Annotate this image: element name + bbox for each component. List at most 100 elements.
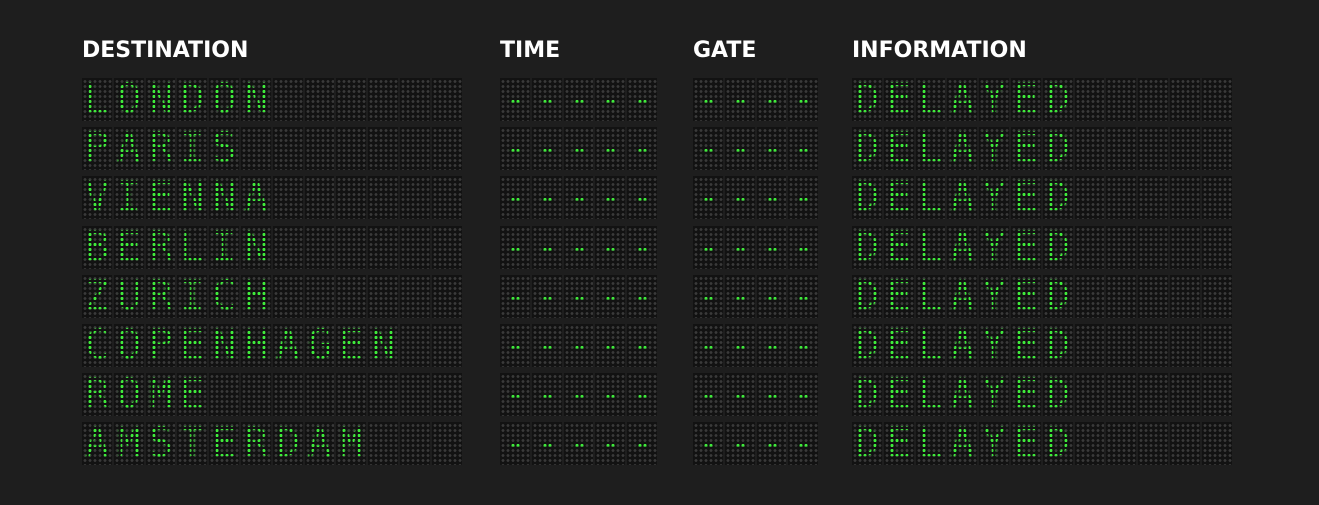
led-cell: [1138, 324, 1168, 367]
led-cell: [1074, 176, 1105, 220]
led-cell: D: [852, 324, 882, 367]
led-cell: [1106, 225, 1137, 269]
led-cell: [272, 225, 303, 269]
led-cell: [399, 176, 430, 220]
led-cell: D: [1042, 373, 1073, 417]
field-destination: ROMEROME: [82, 373, 462, 417]
led-cell: [431, 225, 462, 269]
led-cell: Y: [979, 373, 1009, 417]
led-cell: D: [852, 274, 882, 318]
led-cell: R: [240, 422, 271, 466]
led-cell: E: [209, 422, 239, 466]
led-cell: -: [756, 373, 787, 417]
led-cell: -: [788, 176, 819, 220]
led-cell: L: [915, 324, 946, 367]
led-cell: C: [82, 324, 112, 367]
led-cell: -: [531, 225, 562, 269]
led-cell: [1106, 274, 1137, 318]
board-row: COPENHAGENCOPENHAGEN------------------DE…: [0, 324, 1319, 367]
field-destination: BERLINBERLIN: [82, 225, 462, 269]
led-cell: [431, 127, 462, 171]
led-cell: D: [852, 373, 882, 417]
led-cell: [431, 422, 462, 466]
led-cell: [240, 373, 271, 417]
led-cell: H: [240, 274, 271, 318]
board-row: BERLINBERLIN------------------DELAYEDDEL…: [0, 225, 1319, 269]
led-cell: L: [915, 127, 946, 171]
led-cell: N: [240, 78, 271, 121]
led-cell: Y: [979, 324, 1009, 367]
led-cell: [1201, 127, 1232, 171]
led-cell: [1201, 78, 1232, 121]
led-cell: -: [627, 324, 657, 367]
led-cell: -: [500, 422, 530, 466]
led-cell: -: [627, 176, 657, 220]
led-cell: E: [883, 373, 914, 417]
led-cell: -: [563, 324, 594, 367]
led-cell: -: [788, 225, 819, 269]
led-cell: [399, 324, 430, 367]
led-cell: N: [209, 324, 239, 367]
led-cell: D: [1042, 422, 1073, 466]
led-cell: -: [500, 225, 530, 269]
led-cell: [1138, 127, 1168, 171]
field-gate: --------: [693, 274, 819, 318]
led-cell: -: [563, 225, 594, 269]
field-information: DELAYEDDELAYED: [852, 422, 1232, 466]
led-cell: Y: [979, 422, 1009, 466]
led-cell: [368, 225, 398, 269]
led-cell: [399, 127, 430, 171]
led-cell: N: [145, 78, 176, 121]
led-cell: E: [1010, 324, 1041, 367]
led-cell: [1074, 225, 1105, 269]
field-destination: COPENHAGENCOPENHAGEN: [82, 324, 462, 367]
led-cell: V: [82, 176, 112, 220]
led-cell: [1074, 422, 1105, 466]
led-cell: [272, 373, 303, 417]
led-cell: -: [724, 373, 755, 417]
led-cell: [1169, 225, 1200, 269]
field-destination: VIENNAVIENNA: [82, 176, 462, 220]
led-cell: [431, 176, 462, 220]
led-cell: -: [500, 127, 530, 171]
led-cell: D: [272, 422, 303, 466]
field-information: DELAYEDDELAYED: [852, 225, 1232, 269]
led-cell: -: [531, 373, 562, 417]
led-cell: [368, 176, 398, 220]
led-cell: -: [788, 324, 819, 367]
field-gate: --------: [693, 324, 819, 367]
led-cell: [431, 373, 462, 417]
led-cell: [1138, 225, 1168, 269]
led-cell: -: [788, 274, 819, 318]
led-cell: -: [595, 422, 626, 466]
led-cell: -: [724, 324, 755, 367]
field-time: ----------: [500, 373, 657, 417]
led-cell: -: [595, 176, 626, 220]
field-gate: --------: [693, 176, 819, 220]
led-cell: -: [756, 225, 787, 269]
field-gate: --------: [693, 422, 819, 466]
led-cell: A: [82, 422, 112, 466]
led-cell: [336, 127, 367, 171]
led-cell: [1138, 176, 1168, 220]
led-cell: E: [177, 373, 208, 417]
led-cell: A: [113, 127, 144, 171]
led-cell: -: [627, 127, 657, 171]
led-cell: [368, 422, 398, 466]
led-cell: [1169, 274, 1200, 318]
field-information: DELAYEDDELAYED: [852, 274, 1232, 318]
led-cell: [431, 324, 462, 367]
led-cell: [399, 274, 430, 318]
led-cell: E: [883, 324, 914, 367]
led-cell: -: [788, 127, 819, 171]
led-cell: A: [304, 422, 335, 466]
board-row: PARISPARIS------------------DELAYEDDELAY…: [0, 127, 1319, 171]
led-cell: -: [531, 176, 562, 220]
led-cell: [368, 274, 398, 318]
led-cell: O: [113, 373, 144, 417]
led-cell: -: [595, 127, 626, 171]
led-cell: T: [177, 422, 208, 466]
led-cell: E: [1010, 78, 1041, 121]
header-gate: GATE: [693, 38, 757, 63]
field-time: ----------: [500, 176, 657, 220]
